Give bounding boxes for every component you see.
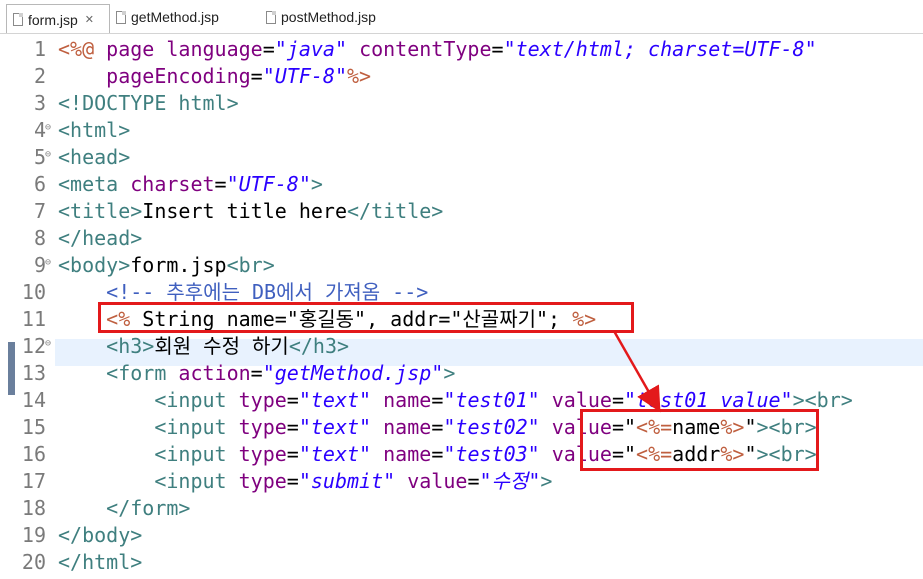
annotation-arrow xyxy=(612,330,661,413)
